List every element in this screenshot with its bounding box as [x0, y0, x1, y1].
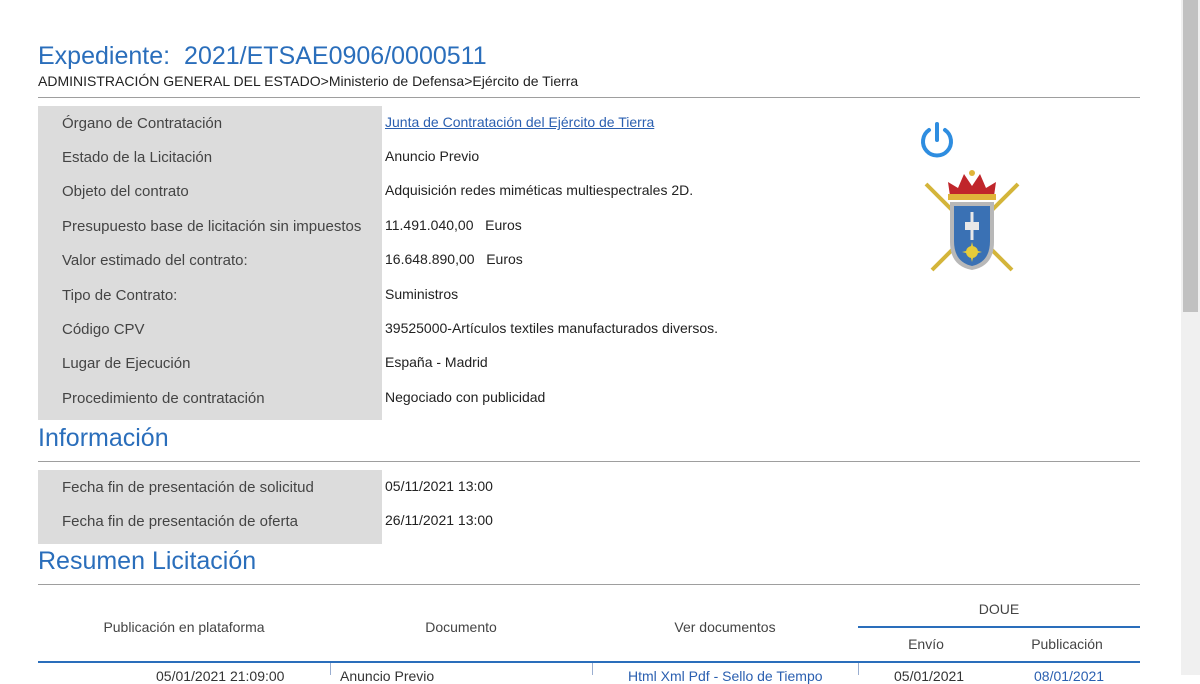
column-separator — [858, 663, 859, 675]
coat-of-arms-emblem — [922, 166, 1022, 272]
col-ver-documentos: Ver documentos — [674, 619, 776, 635]
resumen-title: Resumen Licitación — [38, 547, 257, 575]
organo-link[interactable]: Junta de Contratación del Ejército de Ti… — [385, 114, 654, 130]
col-documento: Documento — [425, 619, 497, 635]
detail-value: Anuncio Previo — [385, 148, 480, 164]
column-separator — [330, 663, 331, 675]
breadcrumb: ADMINISTRACIÓN GENERAL DEL ESTADO>Minist… — [38, 73, 579, 89]
scrollbar-thumb[interactable] — [1183, 0, 1198, 312]
informacion-divider — [38, 461, 1140, 462]
col-envio: Envío — [908, 636, 944, 652]
expediente-label: Expediente: — [38, 42, 171, 70]
page-title: Expediente: 2021/ETSAE0906/0000511 — [38, 40, 487, 72]
vertical-scrollbar[interactable] — [1181, 0, 1200, 675]
detail-label: Estado de la Licitación — [62, 149, 213, 166]
detail-label: Procedimiento de contratación — [62, 390, 265, 407]
row-publicacion-link[interactable]: 08/01/2021 — [1034, 668, 1104, 684]
detail-label: Presupuesto base de licitación sin impue… — [62, 218, 362, 235]
doue-underline — [858, 626, 1140, 628]
detail-value-organo[interactable]: Junta de Contratación del Ejército de Ti… — [385, 114, 654, 130]
row-fecha: 05/01/2021 21:09:00 — [156, 668, 285, 684]
detail-label: Tipo de Contrato: — [62, 287, 178, 304]
info-value: 26/11/2021 13:00 — [385, 512, 493, 528]
detail-value: España - Madrid — [385, 354, 488, 370]
detail-label: Objeto del contrato — [62, 183, 189, 200]
detail-value: 11.491.040,00 Euros — [385, 217, 522, 233]
resumen-divider — [38, 584, 1140, 585]
info-label: Fecha fin de presentación de solicitud — [62, 479, 314, 496]
detail-value: 39525000-Artículos textiles manufacturad… — [385, 320, 719, 336]
info-label: Fecha fin de presentación de oferta — [62, 513, 298, 530]
table-header-line — [38, 661, 1140, 663]
detail-label: Órgano de Contratación — [62, 115, 223, 132]
detail-value: Adquisición redes miméticas multiespectr… — [385, 182, 694, 198]
header-divider — [38, 97, 1140, 98]
row-envio: 05/01/2021 — [894, 668, 965, 684]
col-publicacion-plataforma: Publicación en plataforma — [103, 619, 265, 635]
col-publicacion: Publicación — [1031, 636, 1103, 652]
info-value: 05/11/2021 13:00 — [385, 478, 493, 494]
expediente-number: 2021/ETSAE0906/0000511 — [184, 42, 487, 70]
detail-value: Suministros — [385, 286, 459, 302]
detail-label: Código CPV — [62, 321, 145, 338]
detail-value: 16.648.890,00 Euros — [385, 251, 523, 267]
row-documento: Anuncio Previo — [340, 668, 435, 684]
row-ver-documentos-link[interactable]: Html Xml Pdf - Sello de Tiempo — [628, 668, 823, 684]
informacion-title: Información — [38, 424, 169, 452]
detail-value: Negociado con publicidad — [385, 389, 546, 405]
detail-label: Valor estimado del contrato: — [62, 252, 248, 269]
column-separator — [592, 663, 593, 675]
col-doue: DOUE — [978, 601, 1020, 617]
power-icon[interactable] — [918, 120, 956, 160]
detail-label: Lugar de Ejecución — [62, 355, 191, 372]
